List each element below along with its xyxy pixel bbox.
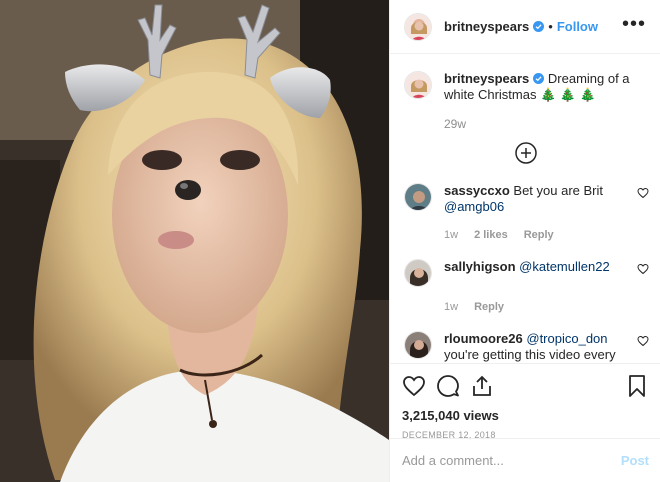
comment-text: sassyccxo Bet you are Brit @amgb06 (444, 183, 634, 215)
comment-item: sassyccxo Bet you are Brit @amgb06 (404, 183, 649, 215)
comment-mention[interactable]: @amgb06 (444, 199, 504, 214)
comment-meta: 1w Reply (444, 301, 647, 313)
load-more-icon[interactable] (514, 141, 538, 165)
commenter-avatar[interactable] (404, 331, 432, 359)
post-media[interactable] (0, 0, 389, 482)
view-count[interactable]: 3,215,040 views (402, 408, 649, 423)
heart-icon[interactable] (637, 263, 649, 275)
caption-avatar[interactable] (404, 71, 432, 99)
post-header: britneyspears • Follow ••• (390, 0, 660, 54)
commenter-avatar[interactable] (404, 183, 432, 211)
comment-mention[interactable]: @katemullen22 (519, 259, 610, 274)
commenter-username[interactable]: rloumoore26 (444, 331, 523, 346)
verified-badge-icon (533, 21, 545, 32)
header-separator: • (548, 19, 553, 34)
comment-text: sallyhigson @katemullen22 (444, 259, 634, 275)
reply-button[interactable]: Reply (524, 229, 554, 241)
caption-username[interactable]: britneyspears (444, 71, 529, 86)
commenter-username[interactable]: sassyccxo (444, 183, 510, 198)
heart-icon[interactable] (402, 374, 426, 398)
comment-text: rloumoore26 @tropico_don you're getting … (444, 331, 634, 363)
comment-composer: Post (390, 438, 660, 482)
avatar-image (405, 72, 431, 98)
avatar-image (405, 260, 431, 286)
follow-button[interactable]: Follow (557, 19, 598, 34)
comment-item: sallyhigson @katemullen22 (404, 259, 649, 287)
caption-text: britneyspears Dreaming of a white Christ… (444, 71, 644, 103)
verified-badge-icon (533, 73, 545, 84)
author-avatar[interactable] (404, 12, 432, 41)
author-username[interactable]: britneyspears (444, 19, 529, 34)
comment-body: Bet you are Brit (513, 183, 604, 198)
comment-time[interactable]: 1w (444, 229, 458, 241)
post-details-panel: britneyspears • Follow ••• britneyspears… (389, 0, 660, 482)
share-icon[interactable] (470, 374, 494, 398)
comment-mention[interactable]: @tropico_don (526, 331, 607, 346)
commenter-username[interactable]: sallyhigson (444, 259, 516, 274)
caption: britneyspears Dreaming of a white Christ… (404, 71, 647, 103)
post-comment-button[interactable]: Post (621, 453, 649, 468)
heart-icon[interactable] (637, 187, 649, 199)
reply-button[interactable]: Reply (474, 301, 504, 313)
avatar-image (405, 332, 431, 358)
comment-icon[interactable] (436, 374, 460, 398)
bookmark-icon[interactable] (625, 374, 649, 398)
avatar-image (405, 184, 431, 210)
video-frame-illustration (0, 0, 389, 482)
comment-likes[interactable]: 2 likes (474, 229, 508, 241)
post-actions: 3,215,040 views DECEMBER 12, 2018 (390, 363, 660, 440)
comment-input[interactable] (402, 453, 621, 468)
comment-body: you're getting this video every Christma… (444, 347, 616, 362)
avatar-image (405, 13, 431, 40)
caption-time[interactable]: 29w (444, 117, 647, 131)
comment-meta: 1w 2 likes Reply (444, 229, 647, 241)
heart-icon[interactable] (637, 335, 649, 347)
comments-list[interactable]: britneyspears Dreaming of a white Christ… (390, 55, 660, 363)
comment-time[interactable]: 1w (444, 301, 458, 313)
action-icons (402, 373, 649, 399)
commenter-avatar[interactable] (404, 259, 432, 287)
more-options-icon[interactable]: ••• (622, 14, 646, 34)
comment-item: rloumoore26 @tropico_don you're getting … (404, 331, 649, 363)
